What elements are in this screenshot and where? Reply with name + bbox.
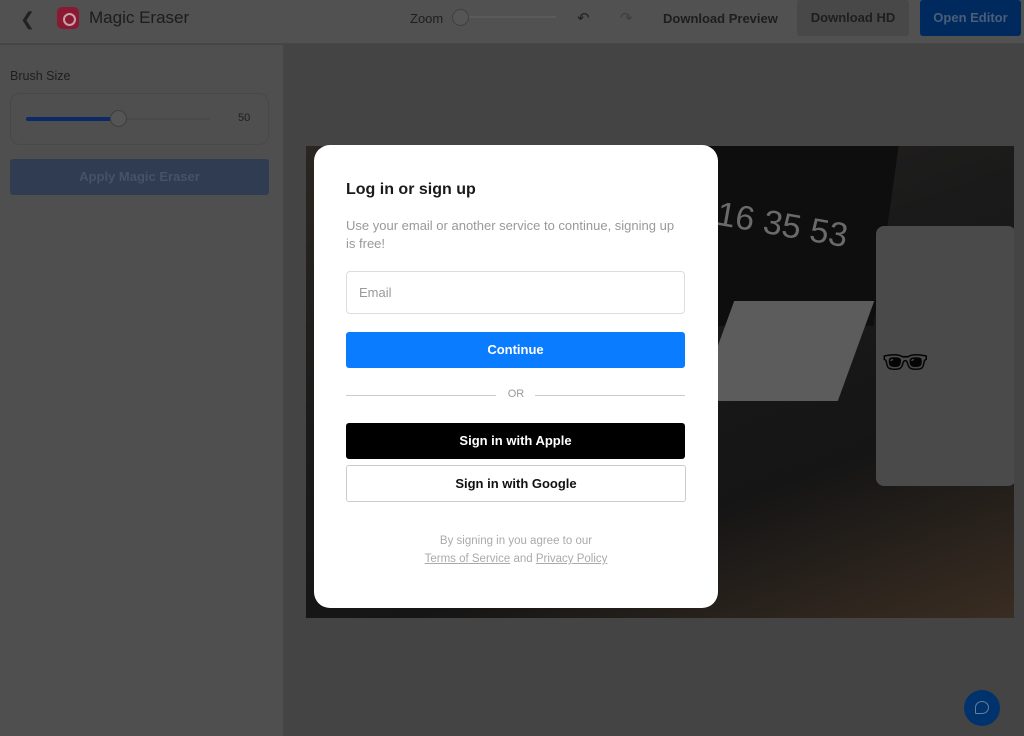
download-preview-button[interactable]: Download Preview bbox=[663, 11, 778, 26]
zoom-label: Zoom bbox=[410, 11, 444, 26]
or-label: OR bbox=[507, 388, 525, 400]
brush-size-label: Brush Size bbox=[10, 69, 71, 83]
modal-subtitle: Use your email or another service to con… bbox=[346, 218, 675, 251]
sunglasses-icon: 🕶 bbox=[881, 342, 930, 384]
sign-in-apple-button[interactable]: Sign in with Apple bbox=[346, 423, 685, 459]
top-bar: ❮ Magic Eraser Zoom ↶ ↷ Download Preview… bbox=[0, 0, 1024, 44]
modal-title: Log in or sign up bbox=[346, 181, 476, 198]
zoom-slider-handle[interactable] bbox=[452, 9, 469, 26]
undo-icon[interactable]: ↶ bbox=[577, 9, 590, 27]
legal-prefix: By signing in you agree to our bbox=[439, 535, 593, 547]
and-text: and bbox=[513, 553, 533, 565]
divider bbox=[535, 395, 685, 396]
chat-support-icon[interactable] bbox=[964, 690, 1000, 726]
redo-icon[interactable]: ↷ bbox=[620, 9, 633, 27]
brush-size-value: 50 bbox=[238, 112, 251, 124]
sign-in-google-button[interactable]: Sign in with Google bbox=[346, 465, 686, 502]
sidebar: Brush Size 50 Apply Magic Eraser bbox=[0, 45, 284, 736]
brush-size-fill bbox=[26, 117, 118, 121]
legal-text: By signing in you agree to our Terms of … bbox=[314, 532, 718, 568]
privacy-link[interactable]: Privacy Policy bbox=[536, 553, 608, 565]
email-input[interactable] bbox=[346, 271, 685, 314]
apply-magic-eraser-button[interactable]: Apply Magic Eraser bbox=[10, 159, 269, 195]
terms-link[interactable]: Terms of Service bbox=[425, 553, 511, 565]
download-hd-button[interactable]: Download HD bbox=[797, 0, 909, 36]
app-title: Magic Eraser bbox=[89, 8, 190, 27]
continue-button[interactable]: Continue bbox=[346, 332, 685, 368]
back-chevron-icon[interactable]: ❮ bbox=[20, 9, 35, 30]
brush-size-control: 50 bbox=[10, 93, 269, 145]
login-modal: Log in or sign up Use your email or anot… bbox=[314, 145, 718, 608]
magic-eraser-logo-icon bbox=[57, 7, 79, 29]
open-editor-button[interactable]: Open Editor bbox=[920, 0, 1021, 36]
brush-size-handle[interactable] bbox=[110, 110, 127, 127]
